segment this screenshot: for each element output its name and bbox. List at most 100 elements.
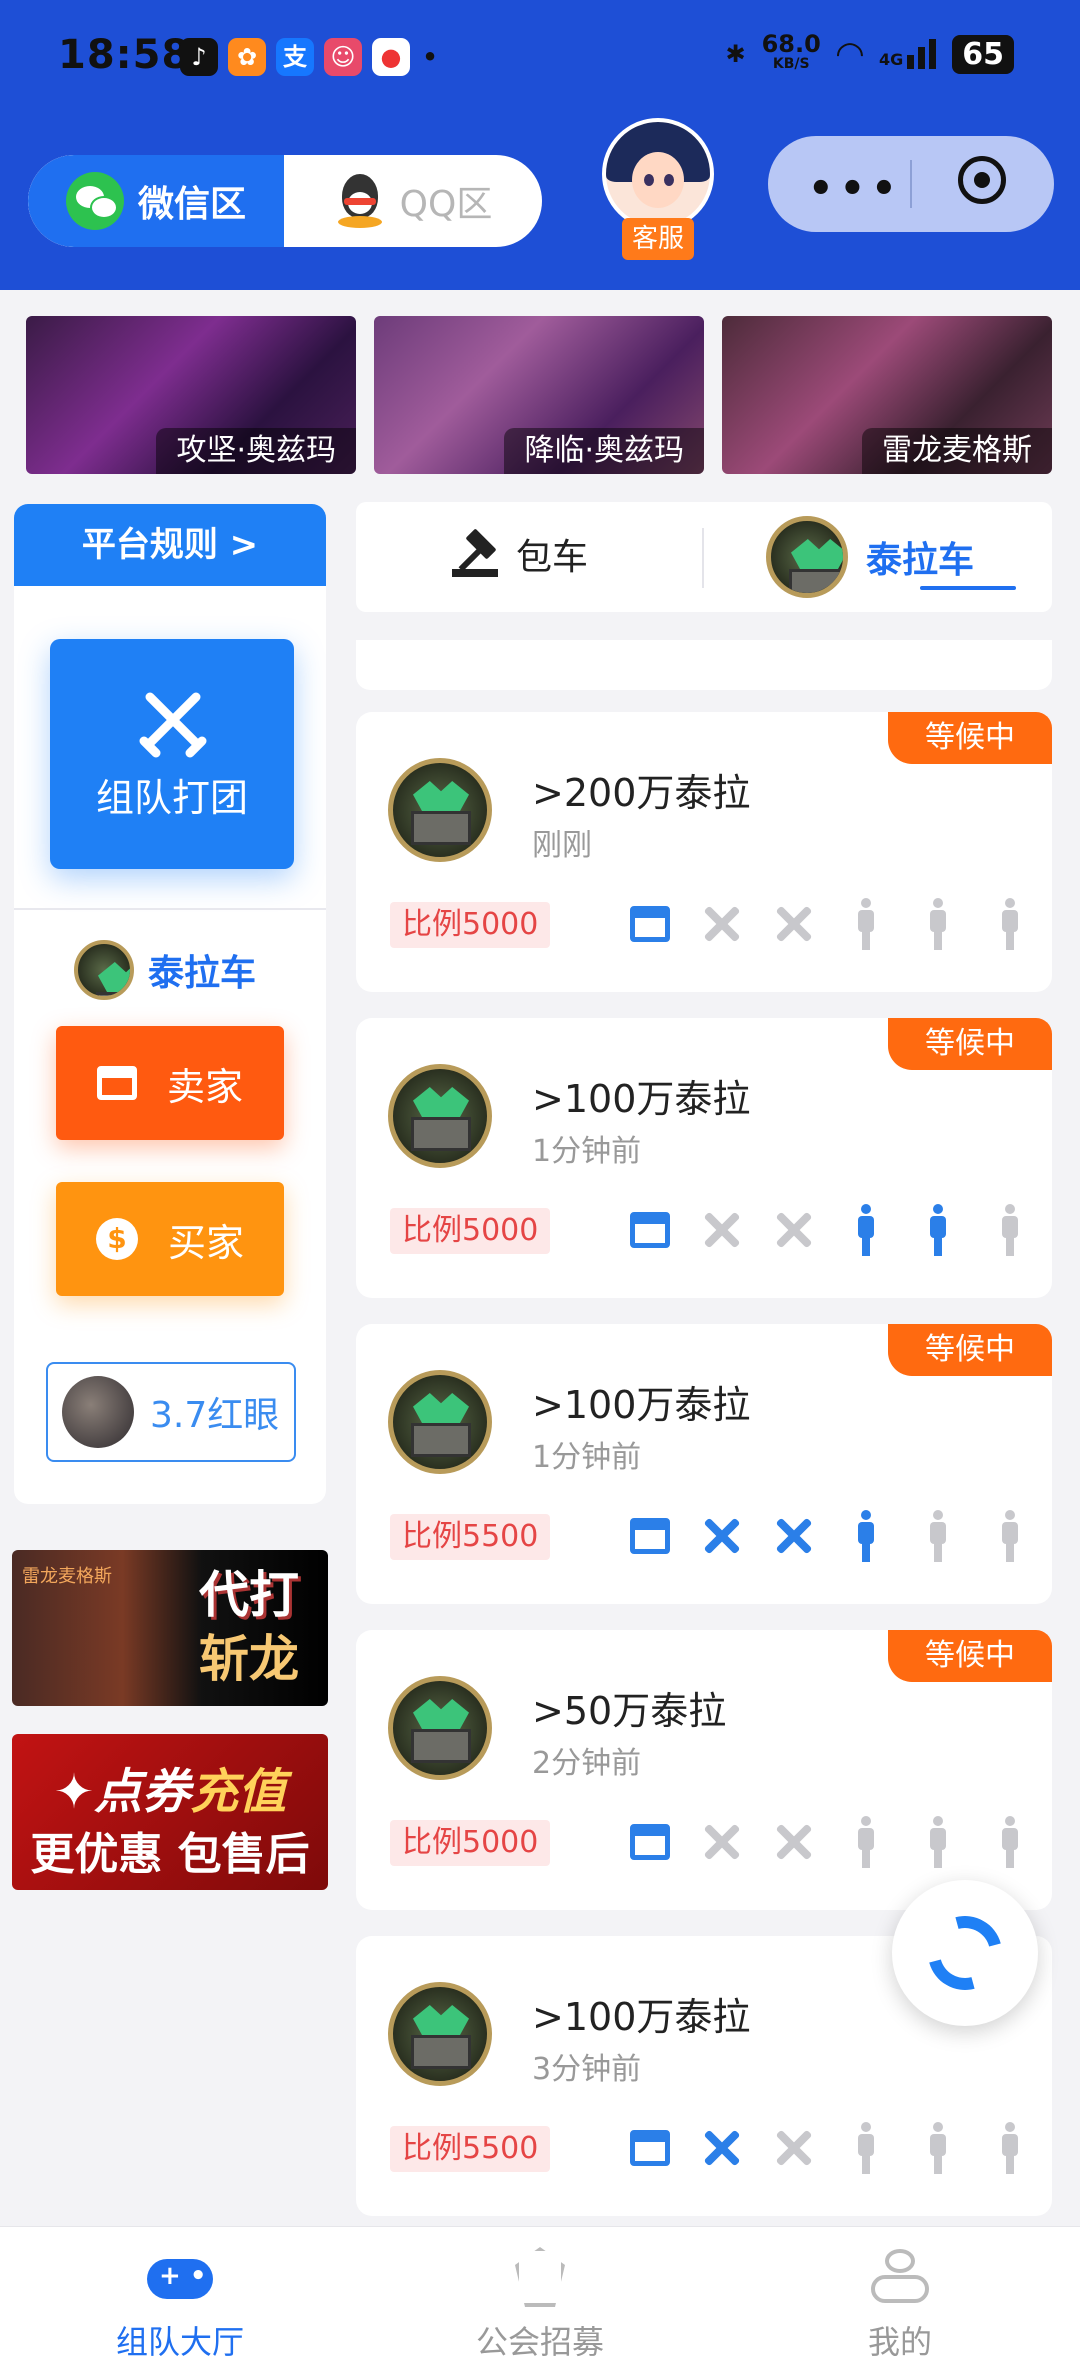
status-badge: 等候中 — [888, 1630, 1052, 1682]
sword-slot-icon — [698, 2120, 746, 2176]
team-slots — [626, 1202, 1034, 1258]
order-card[interactable]: 等候中 >200万泰拉 刚刚 比例5000 — [356, 712, 1052, 992]
shop-icon — [626, 1508, 674, 1564]
region-toggle[interactable]: 微信区 QQ区 — [28, 155, 542, 247]
qq-icon — [334, 172, 386, 230]
ratio-tag: 比例5500 — [390, 1514, 551, 1560]
platform-rules-button[interactable]: 平台规则 > — [14, 504, 326, 586]
sword-slot-icon — [770, 1814, 818, 1870]
order-title: >100万泰拉 — [532, 1077, 751, 1121]
sword-slot-icon — [698, 1814, 746, 1870]
sword-slot-icon — [770, 1508, 818, 1564]
notification-icons: ♪ ✿ 支 ☺ ● • — [180, 38, 440, 76]
order-time: 3分钟前 — [532, 2052, 642, 2087]
customer-service-button[interactable]: 客服 — [602, 118, 714, 268]
order-time: 1分钟前 — [532, 1440, 642, 1475]
member-slot-icon — [914, 896, 962, 952]
region-qq-tab[interactable]: QQ区 — [284, 155, 542, 247]
wifi-icon: ◠ — [836, 34, 863, 74]
tiktok-icon: ♪ — [180, 38, 218, 76]
banner-caption: 雷龙麦格斯 — [862, 428, 1052, 474]
order-title: >200万泰拉 — [532, 771, 751, 815]
banner-item[interactable]: 雷龙麦格斯 — [722, 316, 1052, 474]
status-right: ✱ 68.0 KB/S ◠ 4G 65 — [725, 32, 1014, 74]
order-card[interactable]: 等候中 >100万泰拉 1分钟前 比例5500 — [356, 1324, 1052, 1604]
sword-slot-icon — [770, 2120, 818, 2176]
member-slot-icon — [986, 1814, 1034, 1870]
seller-button[interactable]: 卖家 — [56, 1026, 284, 1140]
order-title: >100万泰拉 — [532, 1995, 751, 2039]
tera-chest-icon — [388, 1982, 492, 2086]
status-time: 18:58 — [58, 32, 191, 78]
refresh-button[interactable] — [892, 1880, 1038, 2026]
miniprogram-capsule: ••• — [768, 136, 1054, 232]
team-slots — [626, 1814, 1034, 1870]
bluetooth-icon: ✱ — [725, 40, 746, 68]
tera-chest-icon — [766, 516, 848, 598]
refresh-icon — [914, 1902, 1016, 2004]
tera-chest-icon — [388, 758, 492, 862]
member-slot-icon — [986, 2120, 1034, 2176]
close-miniprogram-icon[interactable] — [958, 156, 1006, 204]
sidebar-game-title: 泰拉车 — [74, 940, 256, 1000]
tera-chest-icon — [74, 940, 134, 1000]
order-time: 刚刚 — [532, 828, 592, 863]
banner-strip: 攻坚·奥兹玛 降临·奥兹玛 雷龙麦格斯 — [26, 316, 1056, 474]
sidebar-card: 平台规则 > 组队打团 泰拉车 卖家 $ 买家 3.7红眼 — [14, 504, 326, 1504]
tera-chest-icon — [388, 1064, 492, 1168]
shop-icon — [626, 896, 674, 952]
shop-icon — [626, 1202, 674, 1258]
sword-slot-icon — [698, 1508, 746, 1564]
order-card[interactable]: 等候中 >50万泰拉 2分钟前比例5000 — [356, 1630, 1052, 1910]
status-badge: 等候中 — [888, 712, 1052, 764]
buyer-button[interactable]: $ 买家 — [56, 1182, 284, 1296]
header-bar: 18:58 ♪ ✿ 支 ☺ ● • ✱ 68.0 KB/S ◠ 4G 65 微信… — [0, 0, 1080, 290]
banner-caption: 降临·奥兹玛 — [504, 428, 704, 474]
sword-slot-icon — [698, 896, 746, 952]
app-icon: ✿ — [228, 38, 266, 76]
team-raid-button[interactable]: 组队打团 — [50, 639, 294, 869]
region-qq-label: QQ区 — [399, 184, 493, 225]
gamepad-icon — [147, 2259, 213, 2299]
team-slots — [626, 896, 1034, 952]
status-badge: 等候中 — [888, 1018, 1052, 1070]
nav-guild-recruit[interactable]: 公会招募 — [420, 2247, 660, 2363]
region-wechat-label: 微信区 — [137, 184, 246, 225]
red-eye-button[interactable]: 3.7红眼 — [46, 1362, 296, 1462]
gavel-icon — [452, 531, 498, 577]
sword-slot-icon — [770, 896, 818, 952]
member-slot-icon — [914, 1508, 962, 1564]
nav-team-hall[interactable]: 组队大厅 — [60, 2247, 300, 2363]
order-title: >100万泰拉 — [532, 1383, 751, 1427]
promo-dragon-boost[interactable]: 雷龙麦格斯 代打 斩龙 — [12, 1550, 328, 1706]
member-slot-icon — [842, 1814, 890, 1870]
store-icon — [96, 1066, 137, 1100]
ratio-tag: 比例5000 — [390, 1208, 551, 1254]
nav-profile[interactable]: 我的 — [780, 2247, 1020, 2363]
order-card[interactable]: 等候中 >100万泰拉 1分钟前比例5000 — [356, 1018, 1052, 1298]
banner-item[interactable]: 降临·奥兹玛 — [374, 316, 704, 474]
region-wechat-tab[interactable]: 微信区 — [28, 155, 284, 247]
bottom-nav: 组队大厅 公会招募 我的 — [0, 2226, 1080, 2377]
promo-coupon-recharge[interactable]: ✦点券充值 更优惠 包售后 — [12, 1734, 328, 1890]
order-time: 2分钟前 — [532, 1746, 642, 1781]
order-title: >50万泰拉 — [532, 1689, 727, 1733]
tab-charter[interactable]: 包车 — [452, 528, 588, 580]
user-icon — [865, 2247, 935, 2307]
service-label: 客服 — [622, 218, 694, 260]
order-time: 1分钟前 — [532, 1134, 642, 1169]
tera-chest-icon — [388, 1676, 492, 1780]
team-raid-label: 组队打团 — [95, 776, 248, 820]
coin-icon: $ — [95, 1218, 138, 1260]
game-icon: ☺ — [324, 38, 362, 76]
active-tab-indicator — [920, 586, 1016, 590]
banner-caption: 攻坚·奥兹玛 — [156, 428, 356, 474]
member-slot-icon — [914, 1814, 962, 1870]
guild-crest-icon — [515, 2247, 565, 2307]
shop-icon — [626, 2120, 674, 2176]
more-menu-icon[interactable]: ••• — [808, 166, 903, 212]
service-avatar — [602, 118, 714, 230]
battery-indicator: 65 — [952, 34, 1014, 74]
ratio-tag: 比例5000 — [390, 1820, 551, 1866]
banner-item[interactable]: 攻坚·奥兹玛 — [26, 316, 356, 474]
